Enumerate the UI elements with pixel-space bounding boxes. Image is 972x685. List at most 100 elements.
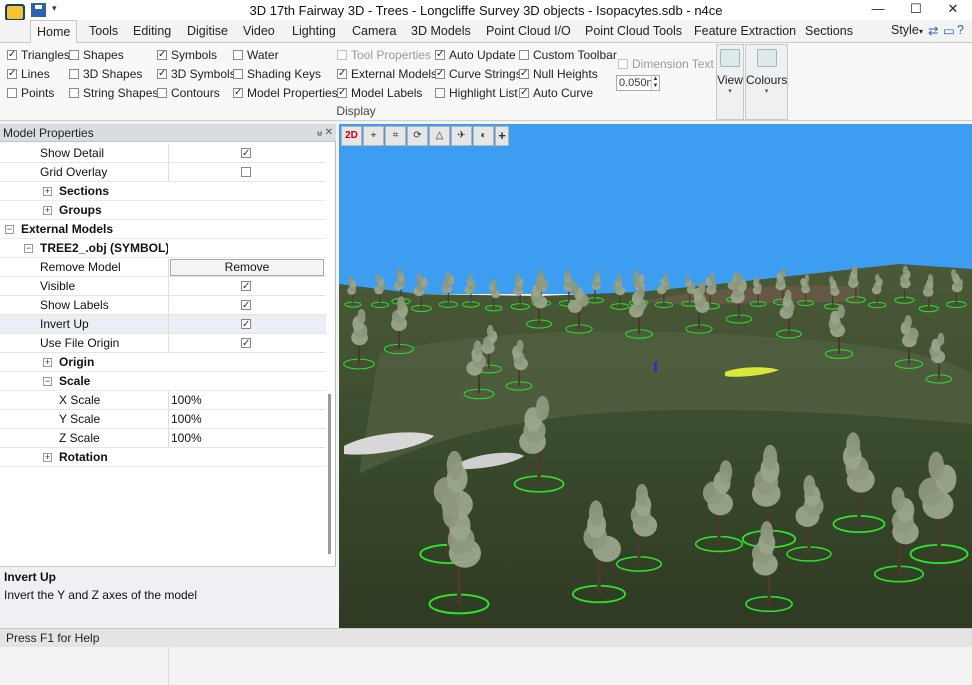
close-button[interactable]: ✕ bbox=[935, 0, 971, 20]
maximize-button[interactable]: ☐ bbox=[898, 0, 934, 20]
tab-feature-extraction[interactable]: Feature Extraction bbox=[688, 20, 802, 43]
model-labels-checkbox[interactable]: Model Labels bbox=[337, 85, 422, 102]
triangles-checkbox[interactable]: Triangles bbox=[7, 47, 70, 64]
property-row[interactable]: External Models − bbox=[0, 220, 326, 239]
zoom-in-button[interactable]: + bbox=[495, 126, 509, 146]
property-value[interactable] bbox=[168, 334, 325, 353]
curve-strings-checkbox[interactable]: Curve Strings bbox=[435, 66, 522, 83]
property-row[interactable]: Z Scale 100% bbox=[0, 429, 326, 448]
tab-camera[interactable]: Camera bbox=[346, 20, 402, 43]
property-checkbox[interactable] bbox=[241, 167, 251, 177]
property-value[interactable]: 100% bbox=[168, 410, 325, 428]
spinner-arrows-icon[interactable]: ▲ ▼ bbox=[651, 76, 659, 90]
custom-toolbar-checkbox[interactable]: Custom Toolbar bbox=[519, 47, 617, 64]
collapse-icon[interactable]: − bbox=[24, 244, 33, 253]
property-row[interactable]: X Scale 100% bbox=[0, 391, 326, 410]
tab-tools[interactable]: Tools bbox=[83, 20, 124, 43]
property-value[interactable]: 100% bbox=[168, 391, 325, 409]
lines-checkbox[interactable]: Lines bbox=[7, 66, 50, 83]
orbit-icon[interactable]: ◐ bbox=[473, 126, 494, 146]
property-row[interactable]: Y Scale 100% bbox=[0, 410, 326, 429]
help-icon[interactable]: ? bbox=[957, 23, 964, 37]
tab-digitise[interactable]: Digitise bbox=[181, 20, 234, 43]
property-value[interactable] bbox=[168, 144, 325, 163]
app-logo-icon[interactable] bbox=[4, 2, 26, 22]
3d-symbols-checkbox[interactable]: 3D Symbols bbox=[157, 66, 236, 83]
auto-update-checkbox[interactable]: Auto Update bbox=[435, 47, 516, 64]
shading-keys-checkbox[interactable]: Shading Keys bbox=[233, 66, 321, 83]
property-row[interactable]: Visible bbox=[0, 277, 326, 296]
highlight-list-checkbox[interactable]: Highlight List bbox=[435, 85, 518, 102]
collapse-icon[interactable]: − bbox=[5, 225, 14, 234]
property-row[interactable]: Show Labels bbox=[0, 296, 326, 315]
3d-shapes-checkbox[interactable]: 3D Shapes bbox=[69, 66, 142, 83]
property-checkbox[interactable] bbox=[241, 316, 251, 334]
expand-icon[interactable]: + bbox=[43, 358, 52, 367]
tab-editing[interactable]: Editing bbox=[127, 20, 177, 43]
property-row[interactable]: TREE2_.obj (SYMBOL) − bbox=[0, 239, 326, 258]
property-row[interactable]: Grid Overlay bbox=[0, 163, 326, 182]
view-button[interactable]: View ▾ bbox=[716, 44, 744, 120]
expand-icon[interactable]: + bbox=[43, 453, 52, 462]
panel-scrollbar[interactable] bbox=[328, 394, 331, 554]
water-checkbox[interactable]: Water bbox=[233, 47, 279, 64]
shapes-checkbox[interactable]: Shapes bbox=[69, 47, 124, 64]
collapse-icon[interactable]: − bbox=[43, 377, 52, 386]
remove-model-button[interactable]: Remove bbox=[170, 259, 324, 276]
tab-video[interactable]: Video bbox=[237, 20, 281, 43]
property-row[interactable]: Invert Up bbox=[0, 315, 326, 334]
monitor-icon[interactable]: ▭ bbox=[943, 23, 955, 38]
points-checkbox[interactable]: Points bbox=[7, 85, 54, 102]
property-checkbox[interactable] bbox=[241, 297, 251, 315]
arrows-icon[interactable]: ⇄ bbox=[928, 23, 938, 38]
property-row[interactable]: Groups + bbox=[0, 201, 326, 220]
quick-access-dropdown-icon[interactable]: ▾ bbox=[52, 3, 57, 14]
symbols-checkbox[interactable]: Symbols bbox=[157, 47, 217, 64]
property-checkbox[interactable] bbox=[241, 335, 251, 353]
colours-button[interactable]: Colours ▾ bbox=[745, 44, 788, 120]
property-value[interactable] bbox=[168, 315, 325, 334]
property-row[interactable]: Show Detail bbox=[0, 144, 326, 163]
tab-point-cloud-tools[interactable]: Point Cloud Tools bbox=[579, 20, 688, 43]
save-icon[interactable] bbox=[31, 3, 46, 17]
property-row[interactable]: Remove Model Remove bbox=[0, 258, 326, 277]
minimize-button[interactable]: — bbox=[860, 0, 896, 20]
3d-viewport[interactable]: 2D ⌖ ⌗ ⟳ △ ✈ ◐ + bbox=[339, 124, 972, 628]
string-shapes-checkbox[interactable]: String Shapes bbox=[69, 85, 158, 102]
dimension-size-spinner[interactable]: 0.050n ▲ ▼ bbox=[616, 75, 660, 91]
pan-icon[interactable]: ⌖ bbox=[363, 126, 384, 146]
style-dropdown-icon[interactable]: ▾ bbox=[919, 27, 923, 36]
tab-home[interactable]: Home bbox=[30, 20, 78, 44]
tab-lighting[interactable]: Lighting bbox=[286, 20, 342, 43]
rotate-icon[interactable]: ⟳ bbox=[407, 126, 428, 146]
property-value[interactable] bbox=[168, 277, 325, 296]
walk-icon[interactable]: ⌗ bbox=[385, 126, 406, 146]
fly-icon[interactable]: ✈ bbox=[451, 126, 472, 146]
expand-icon[interactable]: + bbox=[43, 187, 52, 196]
property-checkbox[interactable] bbox=[241, 145, 251, 163]
property-row[interactable]: Sections + bbox=[0, 182, 326, 201]
close-icon[interactable]: ✕ bbox=[325, 124, 333, 142]
contours-checkbox[interactable]: Contours bbox=[157, 85, 220, 102]
model-properties-checkbox[interactable]: Model Properties bbox=[233, 85, 338, 102]
external-models-checkbox[interactable]: External Models bbox=[337, 66, 437, 83]
expand-icon[interactable]: + bbox=[43, 206, 52, 215]
property-row[interactable]: Origin + bbox=[0, 353, 326, 372]
tab-sections[interactable]: Sections bbox=[799, 20, 859, 43]
property-row[interactable]: Use File Origin bbox=[0, 334, 326, 353]
auto-curve-checkbox[interactable]: Auto Curve bbox=[519, 85, 593, 102]
style-menu[interactable]: Style bbox=[891, 23, 919, 37]
property-row[interactable]: Rotation + bbox=[0, 448, 326, 467]
property-row[interactable]: Scale − bbox=[0, 372, 326, 391]
2d-view-button[interactable]: 2D bbox=[341, 126, 362, 146]
tab-point-cloud-io[interactable]: Point Cloud I/O bbox=[480, 20, 577, 43]
property-value[interactable] bbox=[168, 163, 325, 181]
property-value[interactable]: 100% bbox=[168, 429, 325, 447]
pin-icon[interactable]: ᵾ bbox=[317, 124, 322, 142]
property-checkbox[interactable] bbox=[241, 278, 251, 296]
property-value[interactable] bbox=[168, 296, 325, 315]
null-heights-checkbox[interactable]: Null Heights bbox=[519, 66, 598, 83]
tab-3d-models[interactable]: 3D Models bbox=[405, 20, 477, 43]
property-value[interactable]: Remove bbox=[168, 258, 325, 276]
tilt-icon[interactable]: △ bbox=[429, 126, 450, 146]
